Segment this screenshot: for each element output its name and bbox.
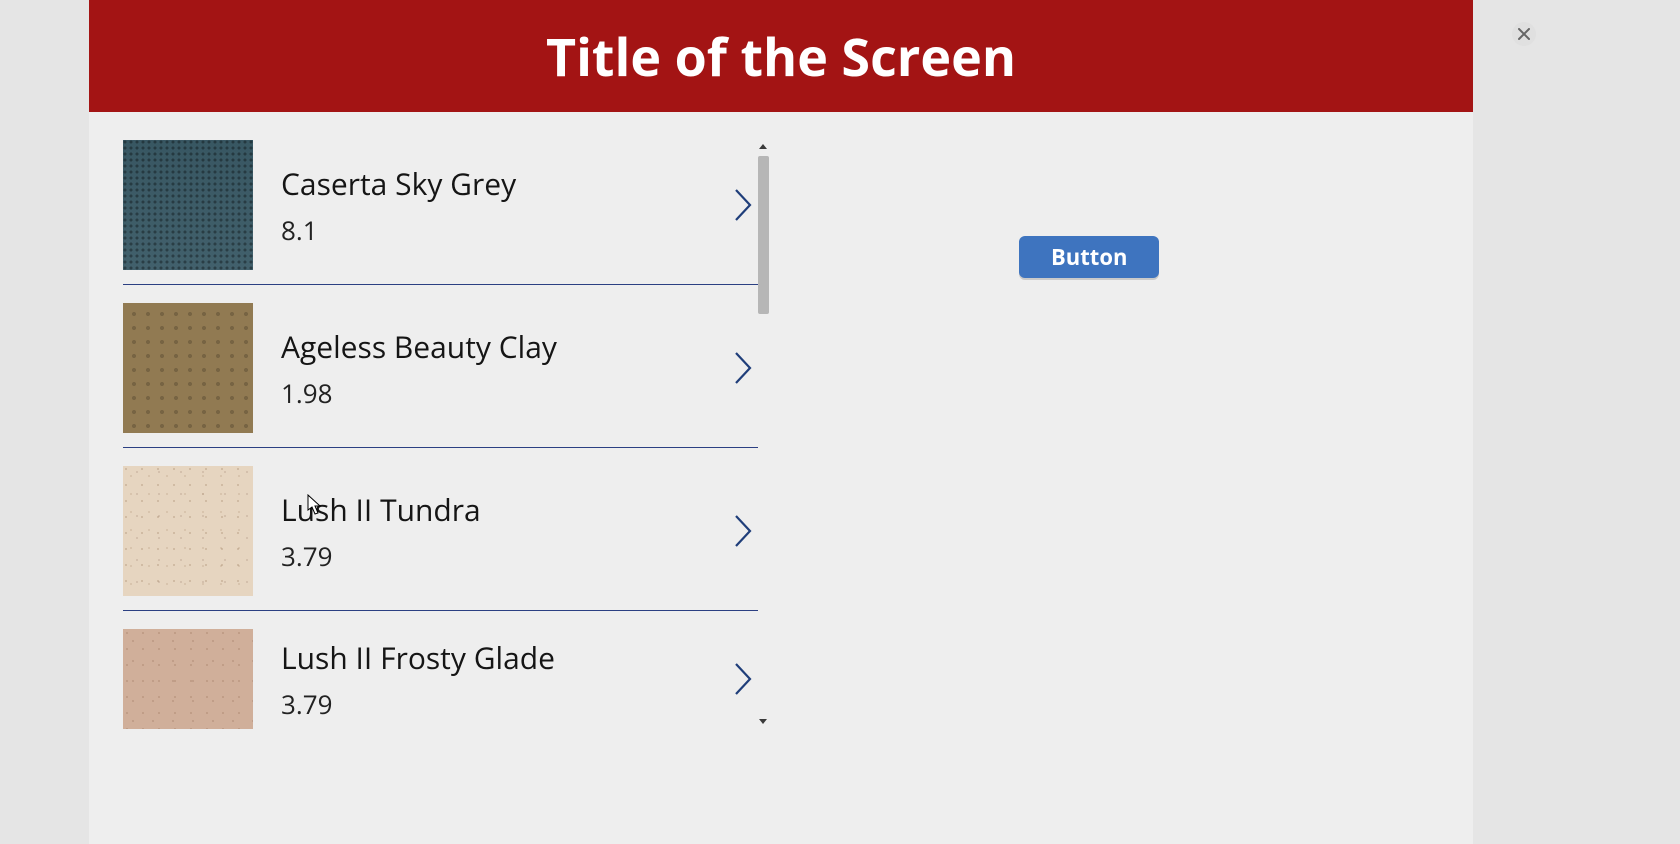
chevron-right-icon[interactable]: [730, 344, 758, 392]
list-item-name: Lush II Frosty Glade: [281, 637, 730, 678]
list-item-text: Lush II Tundra 3.79: [281, 489, 730, 574]
list-item-value: 3.79: [281, 686, 730, 722]
swatch-thumbnail: [123, 466, 253, 596]
scroll-down-icon[interactable]: [759, 719, 767, 724]
list-item-name: Caserta Sky Grey: [281, 163, 730, 204]
screen-header: Title of the Screen: [89, 0, 1473, 112]
list-item-text: Lush II Frosty Glade 3.79: [281, 637, 730, 722]
close-button[interactable]: [1512, 22, 1536, 46]
primary-button[interactable]: Button: [1019, 236, 1159, 278]
product-list: Caserta Sky Grey 8.1 Ageless Beauty Clay…: [123, 140, 758, 769]
scroll-thumb[interactable]: [758, 156, 769, 314]
list-item-value: 3.79: [281, 538, 730, 574]
list-item[interactable]: Caserta Sky Grey 8.1: [123, 140, 758, 285]
swatch-thumbnail: [123, 303, 253, 433]
chevron-right-icon[interactable]: [730, 655, 758, 703]
swatch-thumbnail: [123, 140, 253, 270]
list-item-value: 1.98: [281, 375, 730, 411]
list-item-name: Lush II Tundra: [281, 489, 730, 530]
list-item-name: Ageless Beauty Clay: [281, 326, 730, 367]
detail-pane: Button: [769, 112, 1473, 844]
screen-body: Caserta Sky Grey 8.1 Ageless Beauty Clay…: [89, 112, 1473, 844]
close-icon: [1518, 28, 1530, 40]
chevron-right-icon[interactable]: [730, 181, 758, 229]
list-item-value: 8.1: [281, 212, 730, 248]
list-item[interactable]: Lush II Frosty Glade 3.79: [123, 611, 758, 769]
scroll-up-icon[interactable]: [759, 144, 767, 149]
list-item[interactable]: Lush II Tundra 3.79: [123, 448, 758, 611]
screen-title: Title of the Screen: [546, 21, 1016, 92]
screen-panel: Title of the Screen Caserta Sky Grey 8.1: [89, 0, 1473, 844]
swatch-thumbnail: [123, 629, 253, 729]
chevron-right-icon[interactable]: [730, 507, 758, 555]
list-item-text: Ageless Beauty Clay 1.98: [281, 326, 730, 411]
list-item-text: Caserta Sky Grey 8.1: [281, 163, 730, 248]
list-item[interactable]: Ageless Beauty Clay 1.98: [123, 285, 758, 448]
product-list-pane: Caserta Sky Grey 8.1 Ageless Beauty Clay…: [89, 112, 769, 844]
